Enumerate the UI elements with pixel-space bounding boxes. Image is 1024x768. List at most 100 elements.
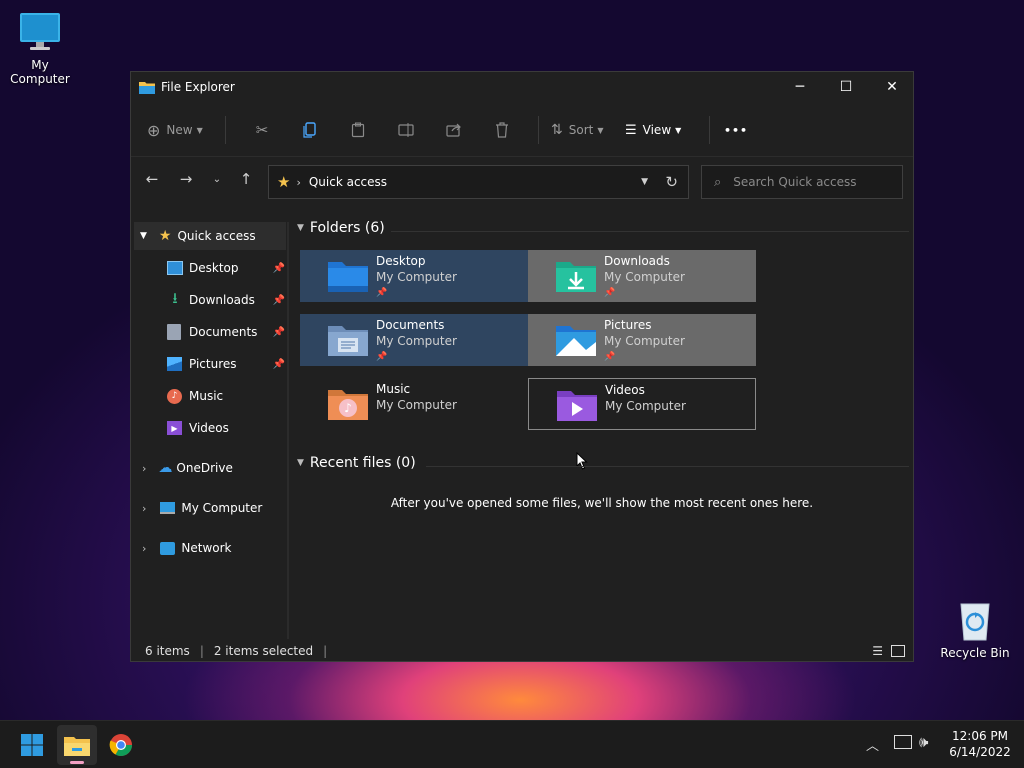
divider: | <box>199 644 204 658</box>
file-explorer-icon <box>64 737 90 756</box>
desktop-icon-my-computer[interactable]: My Computer <box>0 10 80 86</box>
chrome-icon <box>109 734 132 756</box>
rename-icon <box>398 123 414 137</box>
pin-icon: 📌 <box>604 352 616 362</box>
chevron-down-icon: ▼ <box>297 223 304 233</box>
close-button[interactable]: ✕ <box>869 72 915 102</box>
delete-button[interactable] <box>478 114 526 146</box>
chevron-down-icon: ▼ <box>597 125 604 135</box>
chevron-right-icon: › <box>142 461 147 475</box>
sidebar-item-network[interactable]: › Network <box>134 534 286 562</box>
chevron-right-icon: › <box>142 541 147 555</box>
pin-icon: 📌 <box>272 262 285 274</box>
volume-icon[interactable]: 🕪 <box>919 733 928 751</box>
navigation-pane: ▼ ★ Quick access Desktop 📌 ⭳ Downloads 📌… <box>131 222 289 639</box>
divider <box>426 466 909 467</box>
maximize-button[interactable]: ☐ <box>823 72 869 102</box>
chevron-right-icon: › <box>296 175 301 189</box>
music-folder-icon: ♪ <box>324 380 372 428</box>
computer-icon <box>160 502 176 514</box>
sort-button[interactable]: ⇅ Sort ▼ <box>551 114 625 146</box>
sidebar-item-pictures[interactable]: Pictures 📌 <box>167 350 285 378</box>
title-bar[interactable]: File Explorer ─ ☐ ✕ <box>131 72 913 102</box>
selection-count: 2 items selected <box>213 644 314 658</box>
sidebar-item-quick-access[interactable]: ▼ ★ Quick access <box>134 222 286 250</box>
new-button[interactable]: ⊕ New ▼ <box>147 114 213 146</box>
network-status-icon[interactable] <box>894 735 912 749</box>
desktop-icon-label: Recycle Bin <box>940 646 1010 660</box>
search-box[interactable]: ⌕ Search Quick access <box>701 165 903 199</box>
share-icon <box>446 123 461 137</box>
back-button[interactable]: ← <box>141 168 163 190</box>
paste-button[interactable] <box>334 114 382 146</box>
star-icon: ★ <box>277 173 291 191</box>
divider <box>225 116 226 144</box>
recent-locations-button[interactable]: ⌄ <box>206 168 228 190</box>
desktop-folder-icon <box>324 252 372 300</box>
taskbar-chrome[interactable] <box>101 725 141 765</box>
copy-button[interactable] <box>286 114 334 146</box>
sidebar-item-desktop[interactable]: Desktop 📌 <box>167 254 285 282</box>
pin-icon: 📌 <box>376 288 388 298</box>
plus-circle-icon: ⊕ <box>147 120 161 140</box>
chevron-down-icon: ▼ <box>297 458 304 468</box>
folder-tile-music[interactable]: ♪ Music My Computer <box>300 378 528 430</box>
scissors-icon: ✂ <box>255 121 269 139</box>
sidebar-item-videos[interactable]: ▶ Videos <box>167 414 285 442</box>
recent-files-section-header[interactable]: ▼ Recent files (0) <box>297 455 416 471</box>
view-button[interactable]: ☰ View ▼ <box>625 114 697 146</box>
details-view-button[interactable]: ☰ <box>872 644 883 658</box>
chevron-right-icon: › <box>142 501 147 515</box>
pin-icon: 📌 <box>272 326 285 338</box>
network-icon <box>160 541 176 555</box>
sort-icon: ⇅ <box>551 122 563 138</box>
more-options-button[interactable]: ••• <box>722 114 750 146</box>
downloads-folder-icon <box>552 252 600 300</box>
mouse-cursor <box>576 451 588 473</box>
sidebar-item-downloads[interactable]: ⭳ Downloads 📌 <box>167 286 285 314</box>
videos-folder-icon <box>553 381 601 429</box>
divider <box>538 116 539 144</box>
up-button[interactable]: ↑ <box>235 168 257 190</box>
taskbar-file-explorer[interactable] <box>57 725 97 765</box>
folders-section-header[interactable]: ▼ Folders (6) <box>297 220 385 236</box>
tiles-view-button[interactable] <box>891 645 905 657</box>
search-icon: ⌕ <box>714 174 722 190</box>
address-dropdown-button[interactable]: ▼ <box>641 177 648 187</box>
pin-icon: 📌 <box>272 358 285 370</box>
address-bar[interactable]: ★ › Quick access ▼ ↻ <box>268 165 689 199</box>
desktop-icon-recycle-bin[interactable]: Recycle Bin <box>935 598 1015 660</box>
sidebar-item-onedrive[interactable]: › ☁ OneDrive <box>134 454 286 482</box>
clock-time: 12:06 PM <box>952 729 1008 743</box>
cut-button[interactable]: ✂ <box>238 114 286 146</box>
share-button[interactable] <box>430 114 478 146</box>
item-count: 6 items <box>145 644 190 658</box>
copy-icon <box>303 122 316 138</box>
sidebar-item-my-computer[interactable]: › My Computer <box>134 494 286 522</box>
view-icon: ☰ <box>625 122 637 138</box>
start-button[interactable] <box>12 725 52 765</box>
windows-logo-icon <box>21 734 43 756</box>
folder-tile-videos[interactable]: Videos My Computer <box>528 378 756 430</box>
command-bar: ⊕ New ▼ ✂ ⇅ Sort ▼ ☰ View ▼ ••• <box>131 108 913 152</box>
clock[interactable]: 12:06 PM 6/14/2022 <box>944 728 1016 760</box>
minimize-button[interactable]: ─ <box>777 72 823 102</box>
documents-icon <box>167 324 181 340</box>
sidebar-item-music[interactable]: ♪ Music <box>167 382 285 410</box>
folder-tile-documents[interactable]: Documents My Computer 📌 <box>300 314 528 366</box>
chevron-down-icon: ▼ <box>675 125 682 135</box>
sidebar-item-documents[interactable]: Documents 📌 <box>167 318 285 346</box>
desktop-icon <box>167 261 183 275</box>
folder-tile-downloads[interactable]: Downloads My Computer 📌 <box>528 250 756 302</box>
music-icon: ♪ <box>167 388 182 404</box>
refresh-button[interactable]: ↻ <box>665 173 678 191</box>
folder-tile-desktop[interactable]: Desktop My Computer 📌 <box>300 250 528 302</box>
show-hidden-icons-button[interactable]: ︿ <box>866 735 879 754</box>
pin-icon: 📌 <box>376 352 388 362</box>
divider: | <box>323 644 328 658</box>
forward-button[interactable]: → <box>175 168 197 190</box>
onedrive-icon: ☁ <box>158 460 173 476</box>
recycle-bin-icon <box>955 598 995 642</box>
folder-tile-pictures[interactable]: Pictures My Computer 📌 <box>528 314 756 366</box>
rename-button[interactable] <box>382 114 430 146</box>
